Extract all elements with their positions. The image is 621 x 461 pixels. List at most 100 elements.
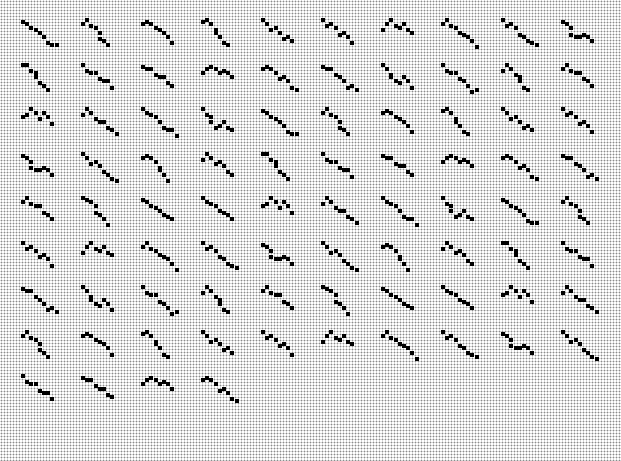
pattern-cell: [354, 87, 359, 92]
pattern-cell: [265, 22, 270, 27]
pattern-cell: [342, 208, 346, 213]
pattern-glyph: [201, 151, 247, 192]
pattern-cell: [50, 397, 55, 401]
pattern-cell: [594, 176, 599, 181]
pattern-cell: [106, 79, 111, 84]
pattern-cell: [590, 130, 595, 134]
pattern-cell: [410, 30, 415, 35]
pattern-cell: [102, 217, 106, 221]
pattern-cell: [329, 200, 334, 205]
pattern-cell: [573, 115, 578, 120]
pattern-glyph: [261, 63, 307, 103]
pattern-cell: [234, 265, 239, 270]
pattern-cell: [530, 299, 535, 304]
pattern-cell: [569, 289, 574, 294]
pattern-cell: [273, 70, 278, 75]
pattern-glyph: [561, 285, 607, 325]
pattern-glyph: [21, 196, 67, 236]
pattern-cell: [81, 113, 85, 118]
pattern-glyph: [21, 240, 67, 281]
pattern-cell: [102, 119, 106, 124]
pattern-cell: [517, 119, 522, 124]
pattern-cell: [81, 62, 85, 67]
pattern-cell: [474, 354, 479, 359]
pattern-cell: [110, 395, 115, 399]
pattern-cell: [462, 208, 466, 213]
pattern-glyph: [81, 330, 127, 370]
pattern-glyph: [561, 18, 607, 58]
pattern-glyph: [561, 240, 607, 281]
pattern-cell: [526, 87, 531, 92]
pattern-cell: [586, 221, 591, 226]
pattern-cell: [337, 119, 342, 124]
pattern-glyph: [81, 285, 127, 325]
pattern-cell: [209, 119, 214, 124]
pattern-glyph: [81, 374, 127, 414]
pattern-cell: [337, 253, 342, 258]
pattern-cell: [85, 244, 90, 249]
pattern-cell: [594, 356, 599, 361]
pattern-cell: [149, 333, 154, 338]
pattern-cell: [166, 354, 171, 359]
pattern-cell: [333, 159, 338, 164]
pattern-glyph: [261, 107, 307, 147]
pattern-cell: [513, 289, 518, 294]
pattern-cell: [530, 350, 535, 355]
pattern-cell: [42, 34, 46, 39]
pattern-glyph: [381, 329, 427, 370]
pattern-cell: [474, 45, 479, 50]
pattern-cell: [46, 115, 51, 120]
pattern-cell: [106, 301, 111, 306]
pattern-cell: [561, 66, 565, 71]
pattern-cell: [342, 306, 346, 310]
pattern-cell: [406, 267, 411, 272]
pattern-cell: [321, 111, 325, 116]
pattern-glyph: [441, 18, 487, 58]
pattern-cell: [162, 172, 166, 177]
pattern-cell: [97, 30, 102, 35]
pattern-cell: [174, 267, 179, 272]
pattern-cell: [457, 123, 462, 128]
pattern-glyph: [561, 62, 607, 103]
pattern-cell: [261, 289, 265, 294]
pattern-cell: [50, 172, 55, 177]
pattern-cell: [526, 168, 531, 173]
pattern-cell: [157, 119, 162, 124]
pattern-cell: [474, 87, 479, 92]
pattern-cell: [354, 267, 359, 272]
pattern-cell: [530, 128, 535, 132]
pattern-cell: [329, 329, 334, 334]
pattern-cell: [217, 34, 222, 39]
pattern-glyph: [501, 285, 547, 325]
pattern-cell: [110, 352, 115, 357]
pattern-cell: [397, 26, 402, 31]
pattern-cell: [265, 151, 270, 156]
pattern-cell: [410, 172, 415, 177]
pattern-cell: [217, 301, 222, 306]
pattern-glyph: [501, 330, 547, 370]
pattern-cell: [505, 291, 510, 296]
pattern-cell: [110, 85, 115, 90]
pattern-cell: [565, 62, 570, 67]
pattern-cell: [406, 123, 411, 128]
pattern-glyph: [261, 18, 307, 58]
pattern-cell: [393, 248, 398, 253]
pattern-cell: [513, 26, 518, 31]
pattern-cell: [441, 246, 445, 251]
pattern-cell: [273, 200, 278, 205]
pattern-cell: [517, 295, 522, 300]
pattern-glyph: [321, 285, 367, 325]
pattern-cell: [350, 342, 355, 347]
pattern-glyph: [381, 18, 427, 58]
pattern-cell: [114, 132, 119, 137]
pattern-cell: [381, 333, 385, 338]
pattern-cell: [226, 43, 231, 48]
pattern-cell: [141, 285, 145, 289]
pattern-glyph: [141, 374, 187, 414]
pattern-glyph: [561, 107, 607, 147]
pattern-cell: [594, 310, 599, 315]
pattern-cell: [46, 354, 51, 359]
pattern-cell: [141, 244, 145, 249]
pattern-cell: [42, 301, 46, 306]
pattern-cell: [102, 244, 106, 249]
